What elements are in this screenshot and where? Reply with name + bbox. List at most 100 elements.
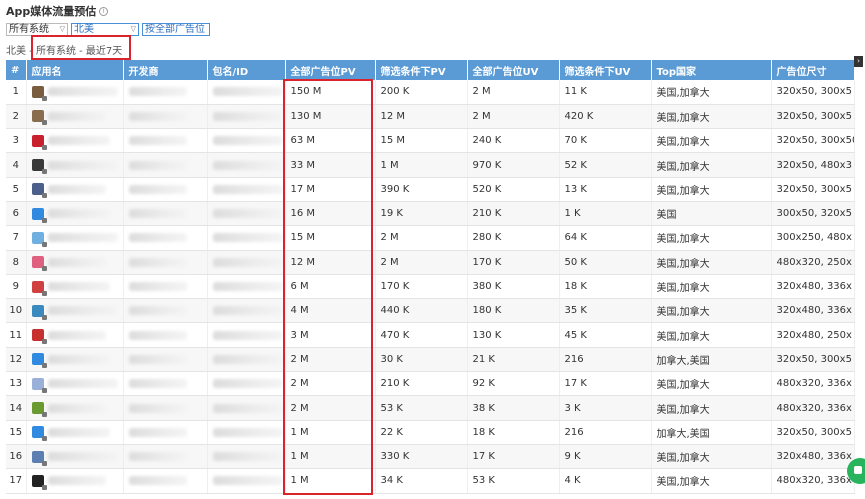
package-id-cell bbox=[207, 177, 286, 202]
app-name-cell[interactable] bbox=[26, 274, 124, 300]
uv-filtered-cell: 1 K bbox=[559, 201, 652, 227]
table-row[interactable]: 9 6 M 170 K 380 K 18 K 美国,加拿大 320x480, 336x bbox=[6, 274, 855, 300]
column-header[interactable]: 包名/ID bbox=[207, 60, 286, 80]
table-row[interactable]: 15 1 M 22 K 18 K 216 加拿大,美国 320x50, 300x5 bbox=[6, 420, 855, 445]
redacted-app-name bbox=[47, 379, 118, 389]
ad-size-cell: 480x320, 336x bbox=[771, 371, 855, 397]
redacted-package-id bbox=[212, 160, 283, 170]
app-name-cell[interactable] bbox=[26, 347, 124, 373]
app-name-cell[interactable] bbox=[26, 298, 124, 324]
app-icon bbox=[31, 474, 47, 490]
app-name-cell[interactable] bbox=[26, 128, 124, 154]
column-header[interactable]: # bbox=[6, 60, 27, 80]
ad-size-cell: 320x50, 480x3 bbox=[771, 152, 855, 178]
top-country-cell: 美国,加拿大 bbox=[651, 322, 772, 348]
redacted-developer bbox=[128, 354, 187, 364]
app-name-cell[interactable] bbox=[26, 250, 124, 275]
redacted-package-id bbox=[212, 476, 283, 486]
redacted-developer bbox=[128, 306, 187, 316]
pv-all-cell: 2 M bbox=[285, 395, 376, 421]
top-country-cell: 美国,加拿大 bbox=[651, 250, 772, 275]
ad-size-cell: 320x50, 300x5 bbox=[771, 420, 855, 445]
table-body: 1 150 M 200 K2 M 11 K 美国,加拿大 320x50, 300x5 2 13… bbox=[6, 80, 855, 494]
row-number: 5 bbox=[6, 177, 27, 202]
uv-filtered-cell: 45 K bbox=[559, 322, 652, 348]
ad-size-cell: 320x50, 300x50 bbox=[771, 128, 855, 154]
app-icon bbox=[31, 426, 47, 442]
developer-cell bbox=[123, 80, 208, 105]
app-name-cell[interactable] bbox=[26, 225, 124, 251]
developer-cell bbox=[123, 250, 208, 275]
app-name-cell[interactable] bbox=[26, 444, 124, 470]
table-row[interactable]: 6 16 M 19 K 210 K1 K 美国 300x50, 320x5 bbox=[6, 201, 855, 227]
column-header[interactable]: 全部广告位PV bbox=[285, 60, 376, 80]
column-header[interactable]: 全部广告位UV bbox=[467, 60, 560, 80]
table-row[interactable]: 5 17 M 390 K 520 K 13 K 美国,加拿大 320x50, 300x5 bbox=[6, 177, 855, 202]
top-country-cell: 美国,加拿大 bbox=[651, 177, 772, 202]
uv-filtered-cell: 11 K bbox=[559, 80, 652, 105]
column-header[interactable]: 筛选条件下PV bbox=[375, 60, 468, 80]
scroll-right-icon[interactable]: › bbox=[854, 56, 863, 67]
table-row[interactable]: 11 3 M 470 K 130 K 45 K 美国,加拿大 320x480, 250x bbox=[6, 322, 855, 348]
package-id-cell bbox=[207, 128, 286, 154]
table-row[interactable]: 2 130 M 12 M2 M 420 K 美国,加拿大 320x50, 300x5 bbox=[6, 104, 855, 130]
app-name-cell[interactable] bbox=[26, 80, 124, 105]
app-name-cell[interactable] bbox=[26, 201, 124, 227]
download-icon bbox=[41, 193, 47, 199]
table-row[interactable]: 1 150 M 200 K2 M 11 K 美国,加拿大 320x50, 300x5 bbox=[6, 80, 855, 105]
developer-cell bbox=[123, 395, 208, 421]
column-header[interactable]: 筛选条件下UV bbox=[559, 60, 652, 80]
top-country-cell: 美国,加拿大 bbox=[651, 444, 772, 470]
ad-size-cell: 480x320, 336x bbox=[771, 395, 855, 421]
app-name-cell[interactable] bbox=[26, 152, 124, 178]
uv-all-cell: 17 K bbox=[467, 444, 560, 470]
app-name-cell[interactable] bbox=[26, 420, 124, 445]
row-number: 12 bbox=[6, 347, 27, 373]
ad-size-cell: 320x480, 336x bbox=[771, 274, 855, 300]
metric-select[interactable]: 按全部广告位 bbox=[142, 23, 210, 36]
app-name-cell[interactable] bbox=[26, 104, 124, 130]
pv-filtered-cell: 2 M bbox=[375, 250, 468, 275]
app-name-cell[interactable] bbox=[26, 395, 124, 421]
table-row[interactable]: 8 12 M2 M 170 K 50 K 美国,加拿大 480x320, 250x bbox=[6, 250, 855, 275]
column-header[interactable]: 广告位尺寸 bbox=[771, 60, 855, 80]
uv-all-cell: 210 K bbox=[467, 201, 560, 227]
uv-filtered-cell: 216 bbox=[559, 420, 652, 445]
uv-all-cell: 240 K bbox=[467, 128, 560, 154]
chevron-down-icon: ▽ bbox=[59, 25, 65, 33]
redacted-app-name bbox=[47, 354, 110, 364]
table-row[interactable]: 13 2 M 210 K 92 K 17 K 美国,加拿大 480x320, 336x bbox=[6, 371, 855, 397]
table-row[interactable]: 14 2 M 53 K 38 K3 K 美国,加拿大 480x320, 336x bbox=[6, 395, 855, 421]
top-country-cell: 美国,加拿大 bbox=[651, 298, 772, 324]
table-header-row: # 应用名 开发商 包名/ID 全部广告位PV 筛选条件下PV 全部广告位UV 筛选条件下UV… bbox=[6, 60, 855, 80]
uv-all-cell: 38 K bbox=[467, 395, 560, 421]
app-name-cell[interactable] bbox=[26, 468, 124, 494]
info-icon[interactable]: i bbox=[99, 6, 109, 16]
column-header[interactable]: Top国家 bbox=[651, 60, 772, 80]
top-country-cell: 美国,加拿大 bbox=[651, 395, 772, 421]
app-name-cell[interactable] bbox=[26, 322, 124, 348]
table-row[interactable]: 12 2 M 30 K 21 K 216 加拿大,美国 320x50, 300x5 bbox=[6, 347, 855, 373]
pv-filtered-cell: 22 K bbox=[375, 420, 468, 445]
column-header[interactable]: 开发商 bbox=[123, 60, 208, 80]
package-id-cell bbox=[207, 347, 286, 373]
redacted-app-name bbox=[47, 330, 106, 340]
column-header[interactable]: 应用名 bbox=[26, 60, 124, 80]
app-icon bbox=[31, 85, 47, 101]
app-name-cell[interactable] bbox=[26, 371, 124, 397]
table-row[interactable]: 7 15 M2 M 280 K 64 K 美国,加拿大 300x250, 480x bbox=[6, 225, 855, 251]
ad-size-cell: 480x320, 250x bbox=[771, 250, 855, 275]
table-row[interactable]: 3 63 M 15 M 240 K 70 K 美国,加拿大 320x50, 300x50 bbox=[6, 128, 855, 154]
table-row[interactable]: 10 4 M 440 K 180 K 35 K 美国,加拿大 320x480, 336x bbox=[6, 298, 855, 324]
uv-all-cell: 18 K bbox=[467, 420, 560, 445]
table-row[interactable]: 16 1 M 330 K 17 K9 K 美国,加拿大 320x480, 336x bbox=[6, 444, 855, 470]
app-name-cell[interactable] bbox=[26, 177, 124, 202]
ad-size-cell: 320x50, 300x5 bbox=[771, 347, 855, 373]
uv-filtered-cell: 18 K bbox=[559, 274, 652, 300]
redacted-developer bbox=[128, 257, 187, 267]
table-row[interactable]: 17 1 M 34 K 53 K4 K 美国,加拿大 480x320, 336x bbox=[6, 468, 855, 494]
app-icon bbox=[31, 377, 47, 393]
redacted-app-name bbox=[47, 306, 118, 316]
table-row[interactable]: 4 33 M1 M 970 K 52 K 美国,加拿大 320x50, 480x3 bbox=[6, 152, 855, 178]
download-icon bbox=[41, 339, 47, 345]
